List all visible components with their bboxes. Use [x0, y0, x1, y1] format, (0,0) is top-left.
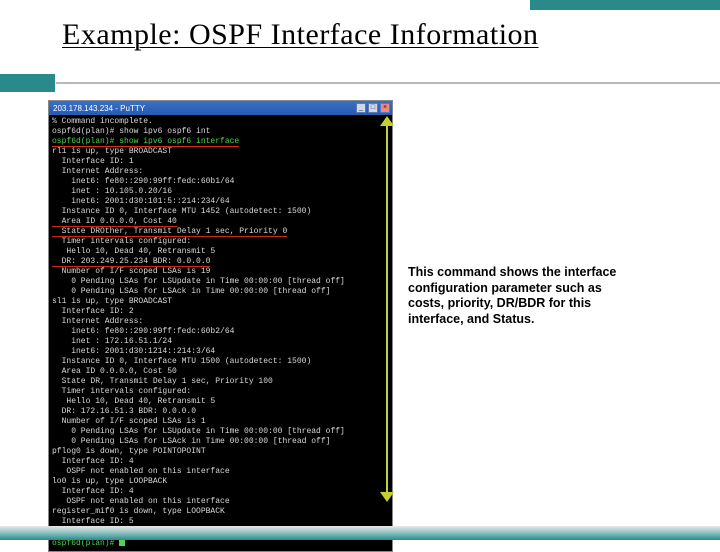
- terminal-line: State DR, Transmit Delay 1 sec, Priority…: [52, 377, 389, 387]
- window-buttons: _ □ ×: [356, 103, 390, 113]
- range-arrow: [386, 124, 388, 494]
- page-title: Example: OSPF Interface Information: [62, 18, 720, 52]
- terminal-line: % Command incomplete.: [52, 117, 389, 127]
- callout-text: This command shows the interface configu…: [408, 265, 623, 328]
- terminal-line: Area ID 0.0.0.0, Cost 50: [52, 367, 389, 377]
- terminal-line: inet : 172.16.51.1/24: [52, 337, 389, 347]
- terminal-line: 0 Pending LSAs for LSAck in Time 00:00:0…: [52, 287, 389, 297]
- terminal-line: Area ID 0.0.0.0, Cost 40: [52, 217, 389, 227]
- terminal-line: Instance ID 0, Interface MTU 1452 (autod…: [52, 207, 389, 217]
- terminal-line: inet6: 2001:d30:101:5::214:234/64: [52, 197, 389, 207]
- arrowhead-down-icon: [380, 492, 394, 502]
- terminal-line: pflog0 is down, type POINTOPOINT: [52, 447, 389, 457]
- content-area: 203.178.143.234 - PuTTY _ □ × % Command …: [48, 100, 680, 522]
- terminal-line: Hello 10, Dead 40, Retransmit 5: [52, 247, 389, 257]
- terminal-line: inet6: fe80::290:99ff:fedc:60b1/64: [52, 177, 389, 187]
- terminal-line: State DROther, Transmit Delay 1 sec, Pri…: [52, 227, 389, 237]
- terminal-line: 0 Pending LSAs for LSAck in Time 00:00:0…: [52, 437, 389, 447]
- terminal-line: Number of I/F scoped LSAs is 19: [52, 267, 389, 277]
- terminal-line: Timer intervals configured:: [52, 387, 389, 397]
- terminal-window: 203.178.143.234 - PuTTY _ □ × % Command …: [48, 100, 393, 552]
- header: Example: OSPF Interface Information: [0, 0, 720, 60]
- terminal-line: register_mif0 is down, type LOOPBACK: [52, 507, 389, 517]
- terminal-line: Interface ID: 1: [52, 157, 389, 167]
- accent-block: [0, 74, 55, 92]
- maximize-icon[interactable]: □: [368, 103, 378, 113]
- terminal-line: ospf6d(plan)# show ipv6 ospf6 int: [52, 127, 389, 137]
- terminal-line: OSPF not enabled on this interface: [52, 497, 389, 507]
- gray-rule: [56, 82, 720, 84]
- terminal-line: rl1 is up, type BROADCAST: [52, 147, 389, 157]
- terminal-line: Hello 10, Dead 40, Retransmit 5: [52, 397, 389, 407]
- terminal-line: Interface ID: 2: [52, 307, 389, 317]
- terminal-title: 203.178.143.234 - PuTTY: [53, 104, 145, 113]
- terminal-line: Interface ID: 4: [52, 457, 389, 467]
- terminal-line: Instance ID 0, Interface MTU 1500 (autod…: [52, 357, 389, 367]
- terminal-line: inet6: 2001:d30:1214::214:3/64: [52, 347, 389, 357]
- close-icon[interactable]: ×: [380, 103, 390, 113]
- terminal-line: 0 Pending LSAs for LSUpdate in Time 00:0…: [52, 427, 389, 437]
- terminal-line: Interface ID: 4: [52, 487, 389, 497]
- terminal-line: sl1 is up, type BROADCAST: [52, 297, 389, 307]
- terminal-line: Timer intervals configured:: [52, 237, 389, 247]
- terminal-line: DR: 172.16.51.3 BDR: 0.0.0.0: [52, 407, 389, 417]
- terminal-line: 0 Pending LSAs for LSUpdate in Time 00:0…: [52, 277, 389, 287]
- terminal-line: ospf6d(plan)# show ipv6 ospf6 interface: [52, 137, 389, 147]
- terminal-line: inet : 10.105.0.20/16: [52, 187, 389, 197]
- terminal-line: DR: 203.249.25.234 BDR: 0.0.0.0: [52, 257, 389, 267]
- terminal-line: Internet Address:: [52, 167, 389, 177]
- terminal-line: Number of I/F scoped LSAs is 1: [52, 417, 389, 427]
- terminal-line: OSPF not enabled on this interface: [52, 467, 389, 477]
- terminal-line: lo0 is up, type LOOPBACK: [52, 477, 389, 487]
- footer-gradient: [0, 526, 720, 540]
- arrowhead-up-icon: [380, 116, 394, 126]
- terminal-line: Internet Address:: [52, 317, 389, 327]
- minimize-icon[interactable]: _: [356, 103, 366, 113]
- terminal-line: inet6: fe80::290:99ff:fedc:60b2/64: [52, 327, 389, 337]
- terminal-body[interactable]: % Command incomplete.ospf6d(plan)# show …: [49, 115, 392, 551]
- terminal-titlebar[interactable]: 203.178.143.234 - PuTTY _ □ ×: [49, 101, 392, 115]
